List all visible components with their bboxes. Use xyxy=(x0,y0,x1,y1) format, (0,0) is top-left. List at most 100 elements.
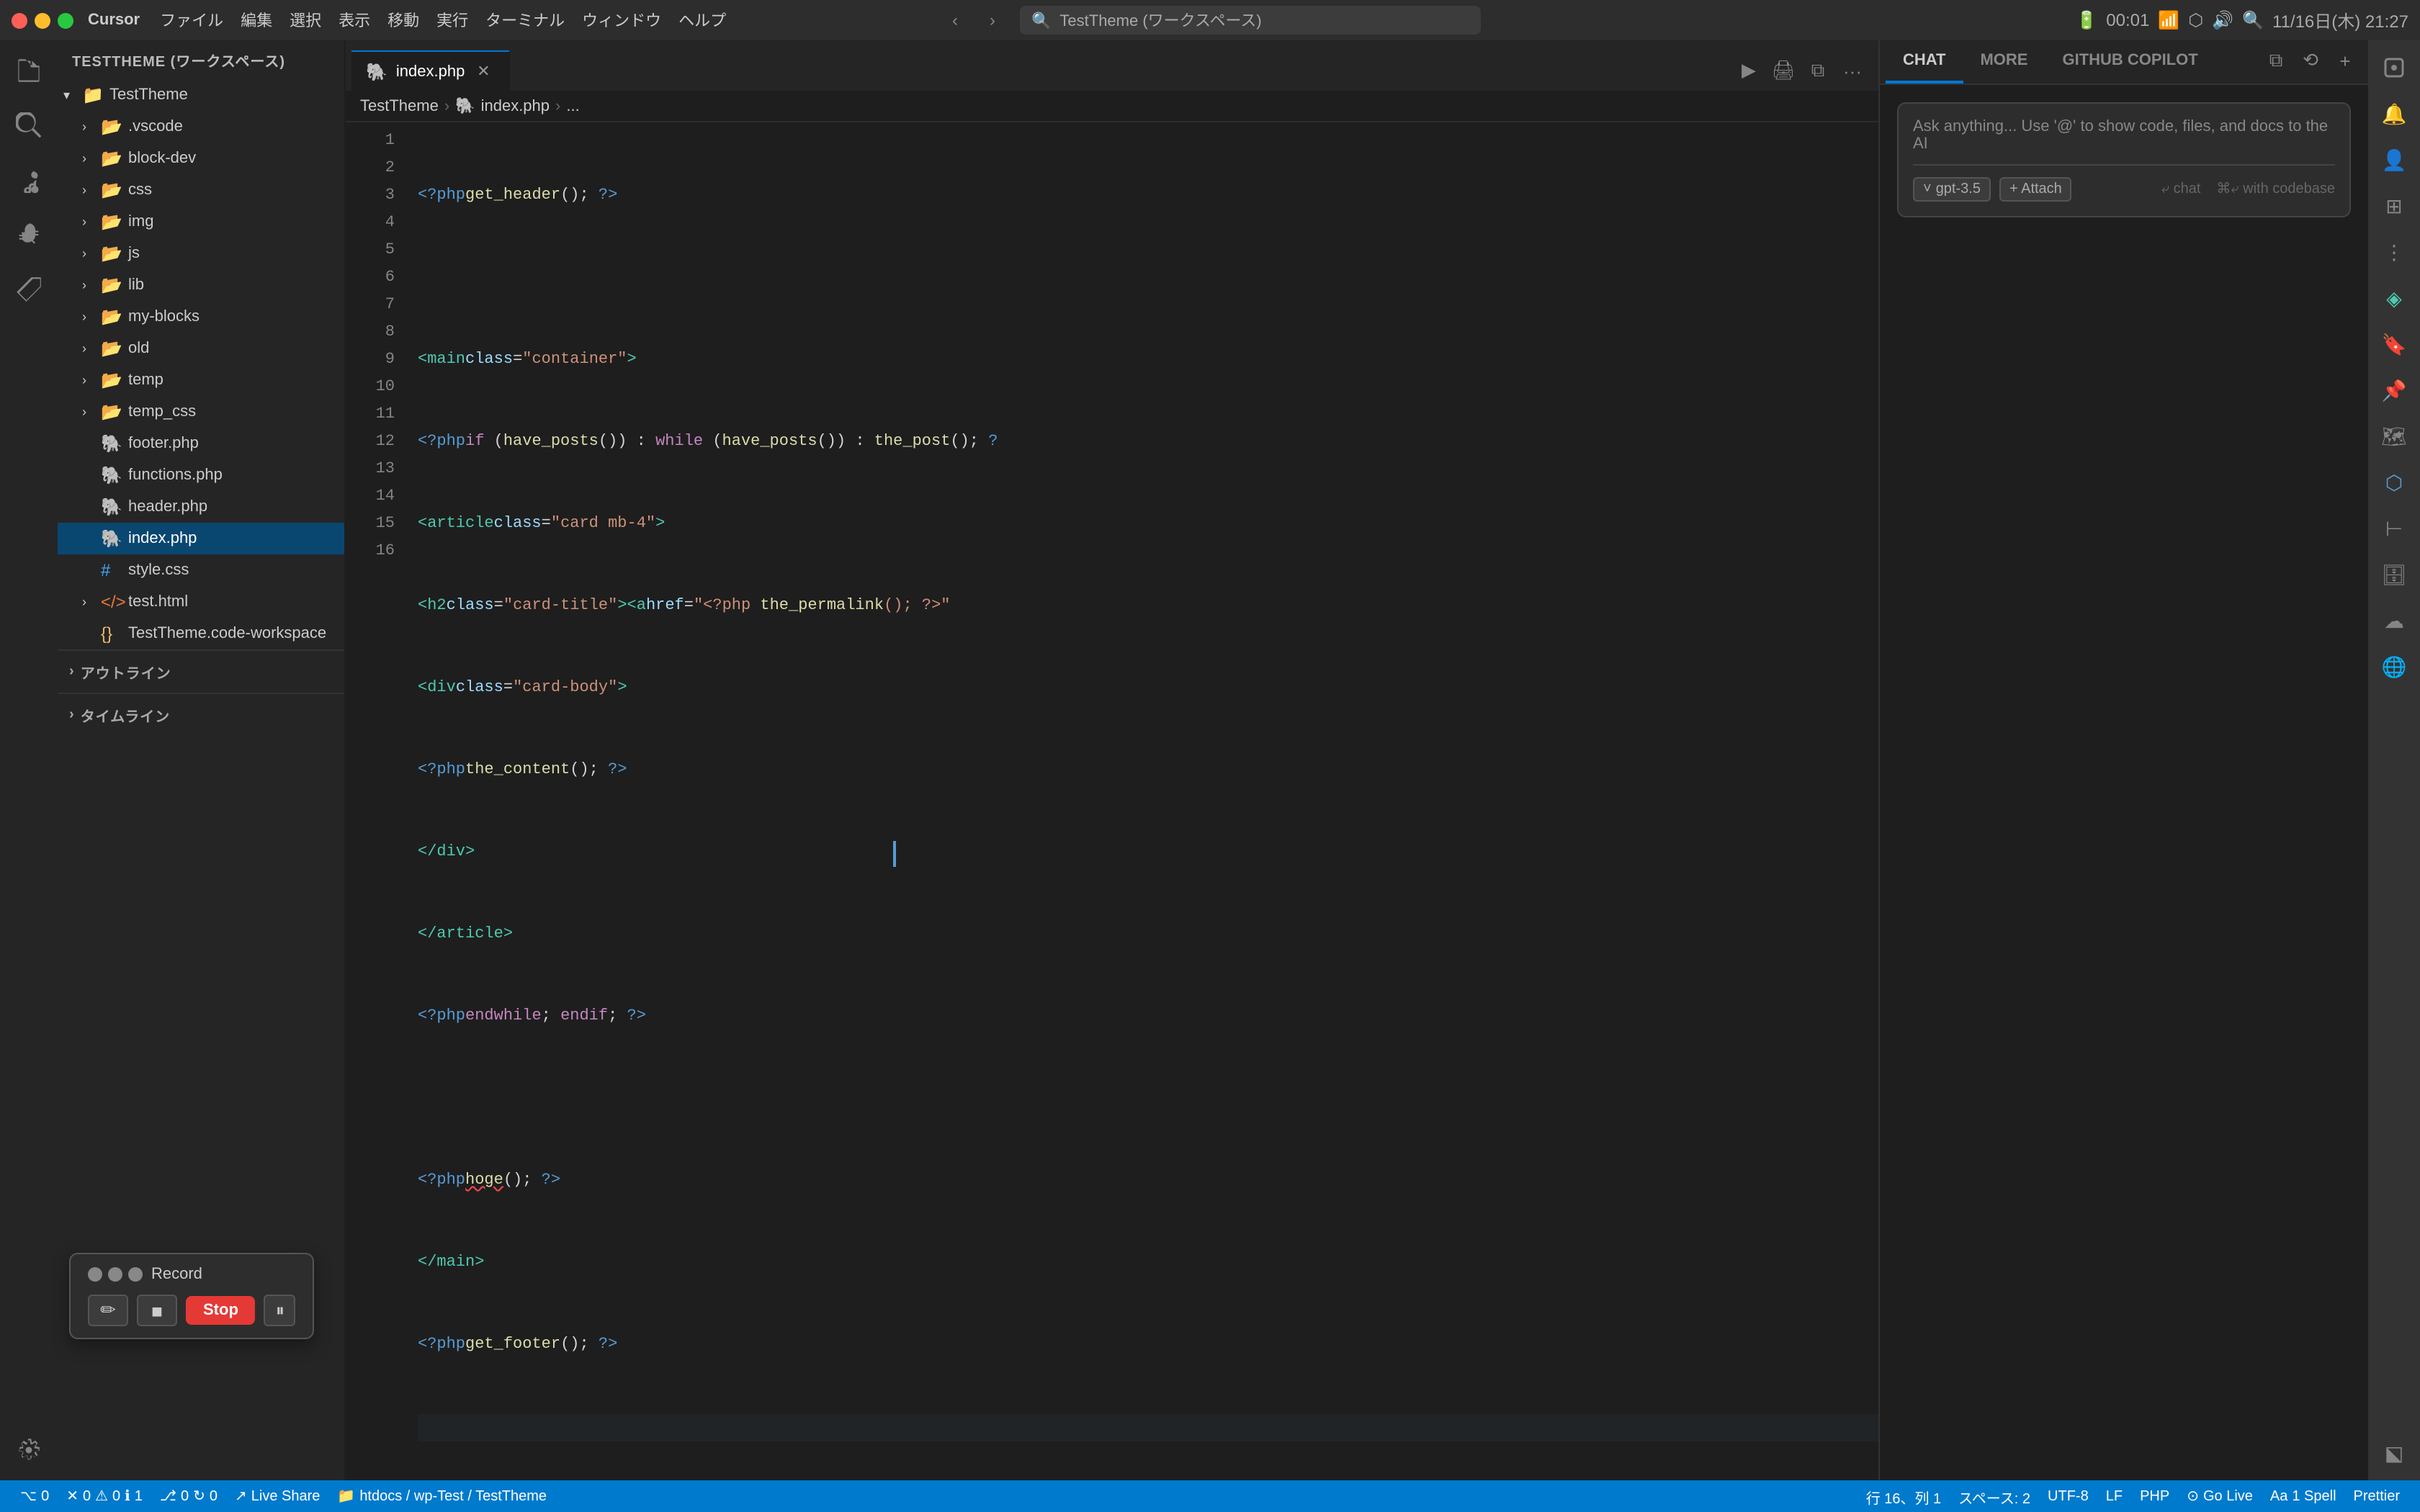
tree-item-lib[interactable]: › 📂 lib xyxy=(58,269,344,301)
status-prettier[interactable]: Prettier xyxy=(2345,1488,2408,1504)
minimize-button[interactable] xyxy=(35,12,50,28)
breadcrumb: TestTheme › 🐘 index.php › ... xyxy=(346,91,1878,122)
activity-search[interactable] xyxy=(4,101,53,150)
menu-file[interactable]: ファイル xyxy=(160,9,223,32)
status-remote[interactable]: ⌥ 0 xyxy=(12,1480,58,1512)
tree-item-temp[interactable]: › 📂 temp xyxy=(58,364,344,396)
run-button[interactable]: ▶ xyxy=(1734,56,1763,85)
menu-view[interactable]: 表示 xyxy=(339,9,370,32)
maximize-button[interactable] xyxy=(58,12,73,28)
timeline-header[interactable]: › タイムライン xyxy=(58,700,344,730)
pin-icon[interactable]: 📌 xyxy=(2372,369,2416,412)
tab-index-php[interactable]: 🐘 index.php ✕ xyxy=(351,50,509,91)
split-editor-button[interactable]: ⧉ xyxy=(1803,56,1832,85)
chat-new-button[interactable]: + xyxy=(2331,46,2360,75)
status-spaces[interactable]: スペース: 2 xyxy=(1950,1485,2039,1507)
ai-icon[interactable]: ◈ xyxy=(2372,276,2416,320)
tree-item-old[interactable]: › 📂 old xyxy=(58,333,344,364)
menu-help[interactable]: ヘルプ xyxy=(678,9,726,32)
tree-item-vscode[interactable]: › 📂 .vscode xyxy=(58,111,344,143)
status-spell[interactable]: Aa 1 Spell xyxy=(2262,1488,2345,1504)
back-button[interactable]: ‹ xyxy=(939,7,971,33)
more-actions-button[interactable]: ··· xyxy=(1838,56,1867,85)
tree-item-js[interactable]: › 📂 js xyxy=(58,238,344,269)
status-encoding[interactable]: UTF-8 xyxy=(2039,1488,2097,1504)
terminal-icon[interactable]: ⊢ xyxy=(2372,507,2416,550)
menu-terminal[interactable]: ターミナル xyxy=(485,9,565,32)
status-line-col[interactable]: 行 16、列 1 xyxy=(1857,1485,1950,1507)
code-editor[interactable]: 1 2 3 4 5 6 7 8 9 10 11 12 13 14 15 16 <… xyxy=(346,122,1878,1480)
breadcrumb-symbol[interactable]: ... xyxy=(566,97,579,114)
map-icon[interactable]: 🗺 xyxy=(2372,415,2416,458)
database-icon[interactable]: 🗄 xyxy=(2372,553,2416,596)
tree-item-temp-css[interactable]: › 📂 temp_css xyxy=(58,396,344,428)
activity-explorer[interactable] xyxy=(4,46,53,95)
menu-select[interactable]: 選択 xyxy=(290,9,321,32)
accounts-icon[interactable]: 👤 xyxy=(2372,138,2416,181)
tab-close-button[interactable]: ✕ xyxy=(473,61,493,81)
chat-split-button[interactable]: ⧉ xyxy=(2262,46,2290,75)
tree-item-index-php[interactable]: 🐘 index.php xyxy=(58,523,344,554)
status-path[interactable]: 📁 htdocs / wp-Test / TestTheme xyxy=(328,1480,555,1512)
cursor-ai-icon[interactable]: ⬡ xyxy=(2372,461,2416,504)
tree-root-folder[interactable]: ▾ 📁 TestTheme xyxy=(58,79,344,111)
chevron-right-icon: › xyxy=(69,707,75,723)
print-button[interactable]: 🖨 xyxy=(1769,56,1798,85)
edit-record-button[interactable]: ✏ xyxy=(88,1295,128,1326)
status-language[interactable]: PHP xyxy=(2131,1488,2178,1504)
more-icon[interactable]: ⋮ xyxy=(2372,230,2416,274)
tab-more[interactable]: MORE xyxy=(1963,40,2045,84)
menu-window[interactable]: ウィンドウ xyxy=(582,9,661,32)
breadcrumb-file[interactable]: index.php xyxy=(481,97,550,114)
menu-edit[interactable]: 編集 xyxy=(241,9,272,32)
outline-header[interactable]: › アウトライン xyxy=(58,657,344,687)
stop-button[interactable]: Stop xyxy=(186,1296,256,1325)
stop-record-icon-button[interactable]: ■ xyxy=(137,1295,177,1326)
tree-item-test-html[interactable]: › </> test.html xyxy=(58,586,344,618)
globe-icon[interactable]: 🌐 xyxy=(2372,645,2416,688)
tree-item-style-css[interactable]: # style.css xyxy=(58,554,344,586)
activity-extensions[interactable] xyxy=(4,265,53,314)
chat-history-button[interactable]: ⟲ xyxy=(2296,46,2325,75)
search-spotlight-icon[interactable]: 🔍 xyxy=(2242,10,2264,30)
record-dots xyxy=(88,1267,143,1282)
pause-button[interactable]: ⏸ xyxy=(264,1295,296,1326)
right-icon-bar: 🔔 👤 ⊞ ⋮ ◈ 🔖 📌 🗺 ⬡ ⊢ 🗄 ☁ 🌐 ⬕ xyxy=(2368,40,2420,1480)
liveshare-icon: ↗ xyxy=(235,1488,247,1504)
tree-item-workspace[interactable]: {} TestTheme.code-workspace xyxy=(58,618,344,649)
status-line-ending[interactable]: LF xyxy=(2097,1488,2131,1504)
status-bar: ⌥ 0 ✕ 0 ⚠ 0 ℹ 1 ⎇ 0 ↻ 0 ↗ Live Share 📁 h… xyxy=(0,1480,2420,1512)
status-live-share[interactable]: ↗ Live Share xyxy=(226,1480,328,1512)
command-palette[interactable]: 🔍 TestTheme (ワークスペース) xyxy=(1020,6,1481,35)
chat-placeholder[interactable]: Ask anything... Use '@' to show code, fi… xyxy=(1913,118,2335,153)
bookmark-icon[interactable]: 🔖 xyxy=(2372,323,2416,366)
tree-item-functions-php[interactable]: 🐘 functions.php xyxy=(58,459,344,491)
activity-settings[interactable] xyxy=(4,1426,53,1475)
activity-git[interactable] xyxy=(4,156,53,204)
close-button[interactable] xyxy=(12,12,27,28)
tree-item-img[interactable]: › 📂 img xyxy=(58,206,344,238)
status-errors[interactable]: ✕ 0 ⚠ 0 ℹ 1 xyxy=(58,1480,151,1512)
remote-icon[interactable] xyxy=(2372,46,2416,89)
tab-chat[interactable]: CHAT xyxy=(1886,40,1963,84)
status-branch[interactable]: ⎇ 0 ↻ 0 xyxy=(151,1480,226,1512)
tree-item-css[interactable]: › 📂 css xyxy=(58,174,344,206)
expand-icon[interactable]: ⬕ xyxy=(2372,1431,2416,1475)
status-go-live[interactable]: ⊙ Go Live xyxy=(2178,1488,2262,1504)
menu-run[interactable]: 実行 xyxy=(436,9,468,32)
forward-button[interactable]: › xyxy=(977,7,1008,33)
tree-item-header-php[interactable]: 🐘 header.php xyxy=(58,491,344,523)
notification-icon[interactable]: 🔔 xyxy=(2372,92,2416,135)
layout-icon[interactable]: ⊞ xyxy=(2372,184,2416,228)
code-content[interactable]: <?php get_header(); ?> <main class="cont… xyxy=(403,122,1878,1480)
breadcrumb-workspace[interactable]: TestTheme xyxy=(360,97,439,114)
model-selector[interactable]: ˅ gpt-3.5 xyxy=(1913,177,1991,202)
activity-debug[interactable] xyxy=(4,210,53,259)
attach-button[interactable]: + Attach xyxy=(1999,177,2072,202)
tab-github-copilot[interactable]: GITHUB COPILOT xyxy=(2045,40,2215,84)
cloud-icon[interactable]: ☁ xyxy=(2372,599,2416,642)
tree-item-footer-php[interactable]: 🐘 footer.php xyxy=(58,428,344,459)
tree-item-block-dev[interactable]: › 📂 block-dev xyxy=(58,143,344,174)
menu-go[interactable]: 移動 xyxy=(387,9,419,32)
tree-item-my-blocks[interactable]: › 📂 my-blocks xyxy=(58,301,344,333)
